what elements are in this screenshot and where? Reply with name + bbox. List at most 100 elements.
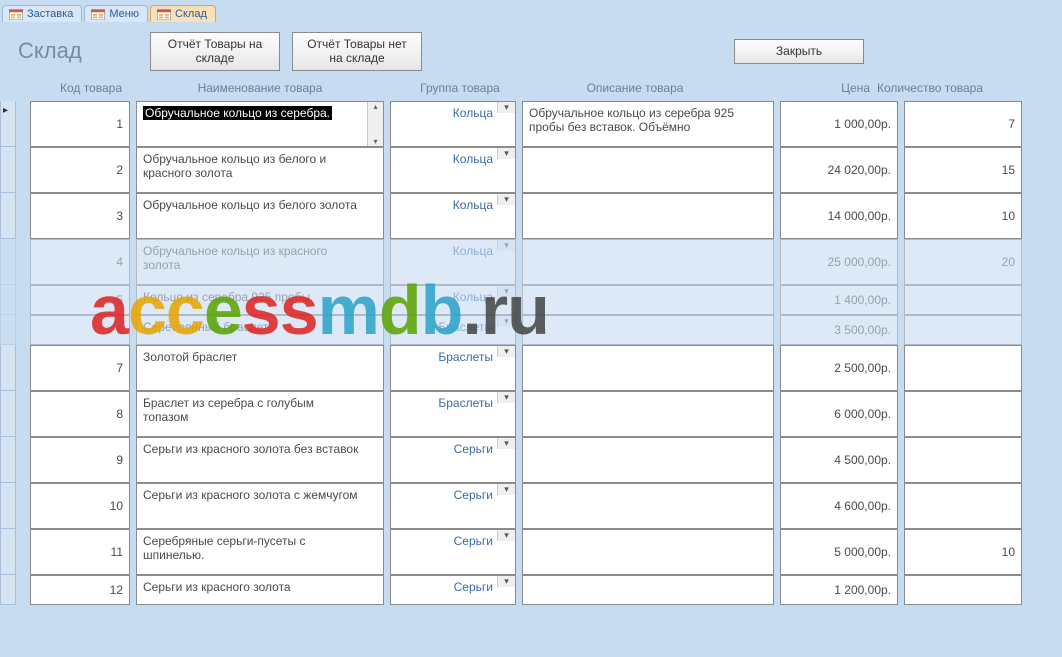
code-cell[interactable]: 7: [30, 345, 130, 391]
chevron-down-icon[interactable]: ▾: [497, 484, 515, 495]
code-cell[interactable]: 10: [30, 483, 130, 529]
name-cell[interactable]: Серьги из красного золота: [136, 575, 384, 605]
record-selector[interactable]: [0, 147, 16, 193]
record-selector[interactable]: [0, 101, 16, 147]
name-cell[interactable]: Серьги из красного золота с жемчугом: [136, 483, 384, 529]
report-out-stock-button[interactable]: Отчёт Товары нет на складе: [292, 32, 422, 71]
code-cell[interactable]: 3: [30, 193, 130, 239]
code-cell[interactable]: 5: [30, 285, 130, 315]
group-cell[interactable]: Браслеты▾: [390, 315, 516, 345]
price-cell[interactable]: 1 000,00р.: [780, 101, 898, 147]
code-cell[interactable]: 11: [30, 529, 130, 575]
record-selector[interactable]: [0, 345, 16, 391]
scroll-up-icon[interactable]: ▴: [373, 102, 377, 111]
price-cell[interactable]: 5 000,00р.: [780, 529, 898, 575]
qty-cell[interactable]: 20: [904, 239, 1022, 285]
desc-cell[interactable]: [522, 193, 774, 239]
name-cell[interactable]: Браслет из серебра с голубым топазом: [136, 391, 384, 437]
group-cell[interactable]: Браслеты▾: [390, 345, 516, 391]
chevron-down-icon[interactable]: ▾: [497, 316, 515, 327]
desc-cell[interactable]: [522, 285, 774, 315]
group-cell[interactable]: Серьги▾: [390, 575, 516, 605]
price-cell[interactable]: 1 400,00р.: [780, 285, 898, 315]
group-cell[interactable]: Серьги▾: [390, 483, 516, 529]
scrollbar[interactable]: ▴▾: [367, 102, 383, 146]
chevron-down-icon[interactable]: ▾: [497, 148, 515, 159]
price-cell[interactable]: 14 000,00р.: [780, 193, 898, 239]
record-selector[interactable]: [0, 285, 16, 315]
qty-cell[interactable]: [904, 345, 1022, 391]
tab-меню[interactable]: Меню: [84, 5, 148, 22]
code-cell[interactable]: 2: [30, 147, 130, 193]
record-selector[interactable]: [0, 193, 16, 239]
record-selector[interactable]: [0, 483, 16, 529]
qty-cell[interactable]: 15: [904, 147, 1022, 193]
price-cell[interactable]: 6 000,00р.: [780, 391, 898, 437]
code-cell[interactable]: 9: [30, 437, 130, 483]
chevron-down-icon[interactable]: ▾: [497, 438, 515, 449]
qty-cell[interactable]: [904, 315, 1022, 345]
desc-cell[interactable]: [522, 315, 774, 345]
desc-cell[interactable]: [522, 437, 774, 483]
name-cell[interactable]: Обручальное кольцо из белого и красного …: [136, 147, 384, 193]
group-cell[interactable]: Кольца▾: [390, 147, 516, 193]
price-cell[interactable]: 1 200,00р.: [780, 575, 898, 605]
tab-заставка[interactable]: Заставка: [2, 5, 82, 22]
name-cell[interactable]: Серебрянный браслет: [136, 315, 384, 345]
qty-cell[interactable]: [904, 437, 1022, 483]
name-cell[interactable]: Серьги из красного золота без вставок: [136, 437, 384, 483]
qty-cell[interactable]: 10: [904, 529, 1022, 575]
record-selector[interactable]: [0, 529, 16, 575]
group-cell[interactable]: Серьги▾: [390, 437, 516, 483]
desc-cell[interactable]: [522, 345, 774, 391]
chevron-down-icon[interactable]: ▾: [497, 576, 515, 587]
price-cell[interactable]: 4 500,00р.: [780, 437, 898, 483]
group-cell[interactable]: Кольца▾: [390, 239, 516, 285]
record-selector[interactable]: [0, 391, 16, 437]
chevron-down-icon[interactable]: ▾: [497, 102, 515, 113]
desc-cell[interactable]: [522, 575, 774, 605]
price-cell[interactable]: 3 500,00р.: [780, 315, 898, 345]
code-cell[interactable]: 4: [30, 239, 130, 285]
qty-cell[interactable]: [904, 285, 1022, 315]
desc-cell[interactable]: [522, 529, 774, 575]
close-button[interactable]: Закрыть: [734, 39, 864, 63]
qty-cell[interactable]: [904, 483, 1022, 529]
name-cell[interactable]: Кольцо из серебра 925 пробы: [136, 285, 384, 315]
group-cell[interactable]: Кольца▾: [390, 101, 516, 147]
group-cell[interactable]: Серьги▾: [390, 529, 516, 575]
desc-cell[interactable]: [522, 391, 774, 437]
record-selector[interactable]: [0, 437, 16, 483]
code-cell[interactable]: 8: [30, 391, 130, 437]
name-cell[interactable]: Обручальное кольцо из белого золота: [136, 193, 384, 239]
chevron-down-icon[interactable]: ▾: [497, 194, 515, 205]
tab-склад[interactable]: Склад: [150, 5, 216, 22]
name-cell[interactable]: Обручальное кольцо из красного золота: [136, 239, 384, 285]
desc-cell[interactable]: Обручальное кольцо из серебра 925 пробы …: [522, 101, 774, 147]
record-selector[interactable]: [0, 315, 16, 345]
code-cell[interactable]: 1: [30, 101, 130, 147]
code-cell[interactable]: 6: [30, 315, 130, 345]
chevron-down-icon[interactable]: ▾: [497, 392, 515, 403]
report-in-stock-button[interactable]: Отчёт Товары на складе: [150, 32, 280, 71]
desc-cell[interactable]: [522, 147, 774, 193]
desc-cell[interactable]: [522, 483, 774, 529]
qty-cell[interactable]: [904, 391, 1022, 437]
name-cell[interactable]: Серебряные серьги-пусеты с шпинелью.: [136, 529, 384, 575]
chevron-down-icon[interactable]: ▾: [497, 530, 515, 541]
group-cell[interactable]: Браслеты▾: [390, 391, 516, 437]
qty-cell[interactable]: 7: [904, 101, 1022, 147]
chevron-down-icon[interactable]: ▾: [497, 286, 515, 297]
name-cell[interactable]: Обручальное кольцо из серебра.▴▾: [136, 101, 384, 147]
group-cell[interactable]: Кольца▾: [390, 285, 516, 315]
chevron-down-icon[interactable]: ▾: [497, 346, 515, 357]
price-cell[interactable]: 24 020,00р.: [780, 147, 898, 193]
price-cell[interactable]: 2 500,00р.: [780, 345, 898, 391]
desc-cell[interactable]: [522, 239, 774, 285]
record-selector[interactable]: [0, 575, 16, 605]
qty-cell[interactable]: 10: [904, 193, 1022, 239]
qty-cell[interactable]: [904, 575, 1022, 605]
price-cell[interactable]: 4 600,00р.: [780, 483, 898, 529]
code-cell[interactable]: 12: [30, 575, 130, 605]
record-selector[interactable]: [0, 239, 16, 285]
